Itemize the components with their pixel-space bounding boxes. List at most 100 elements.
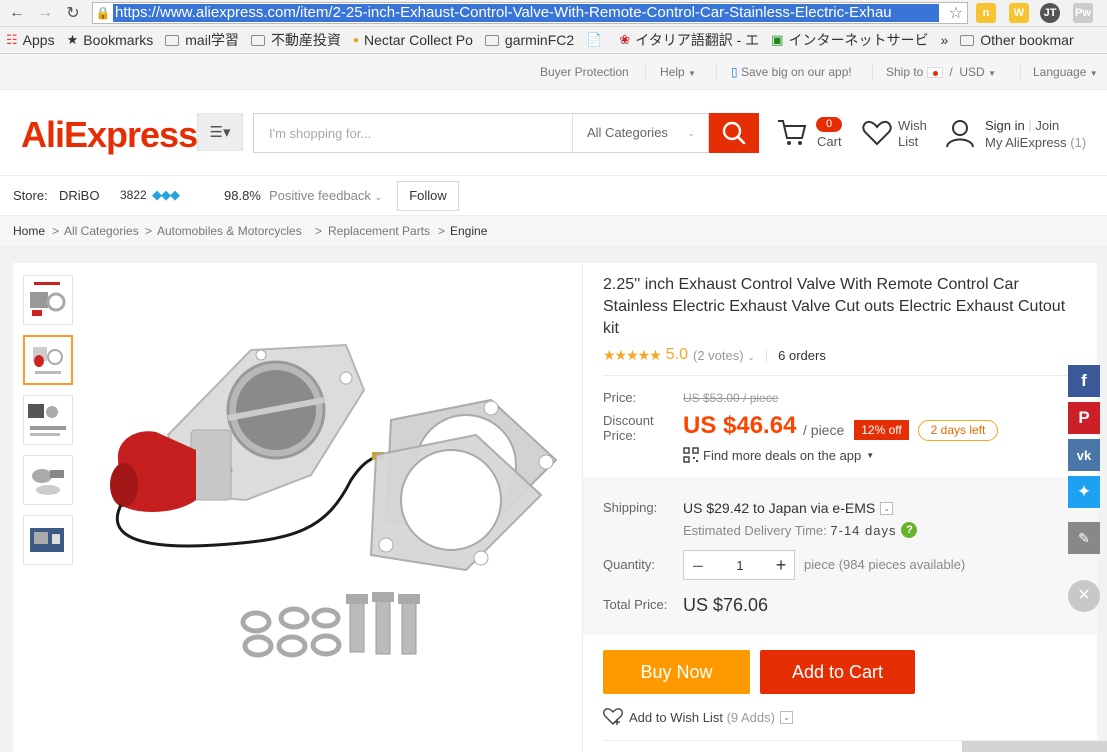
chevron-down-icon[interactable]: ⌄ xyxy=(779,710,793,724)
qr-code-icon xyxy=(683,447,699,463)
store-name-link[interactable]: DRiBO xyxy=(59,188,99,203)
bookmark-nectar[interactable]: ● Nectar Collect Po xyxy=(353,32,473,48)
diamond-icon: ◆◆◆ xyxy=(152,187,180,202)
bookmark-apps[interactable]: ☷ Apps xyxy=(6,32,55,48)
search-icon xyxy=(722,121,746,145)
divider xyxy=(645,63,646,81)
quantity-input[interactable]: 1 xyxy=(712,558,768,573)
thumbnail-3[interactable] xyxy=(23,395,73,445)
buyer-protection-link[interactable]: Buyer Protection xyxy=(540,65,629,79)
ship-to-menu[interactable]: Ship to / USD ▼ xyxy=(886,65,996,79)
estimated-delivery: Estimated Delivery Time: 7-14 days? xyxy=(683,522,918,538)
buy-now-button[interactable]: Buy Now xyxy=(603,650,750,694)
votes-link[interactable]: (2 votes) ⌄ xyxy=(693,348,755,363)
sign-in-link[interactable]: Sign in xyxy=(985,118,1025,133)
my-aliexpress-link[interactable]: My AliExpress xyxy=(985,135,1067,150)
bookmark-overflow[interactable]: » xyxy=(940,32,948,48)
overflow-label: » xyxy=(940,32,949,48)
language-menu[interactable]: Language ▼ xyxy=(1033,65,1098,79)
bookmark-internet[interactable]: ▣ インターネットサービ xyxy=(771,30,928,50)
cart-label[interactable]: Cart xyxy=(817,134,842,149)
product-title: 2.25'' inch Exhaust Control Valve With R… xyxy=(603,276,1066,337)
internet-icon: ▣ xyxy=(771,32,784,47)
bookmark-bookmarks[interactable]: ★ Bookmarks xyxy=(67,32,154,48)
bookmark-label: Bookmarks xyxy=(83,32,154,48)
help-menu[interactable]: Help ▼ xyxy=(660,65,696,79)
breadcrumb-replacement-parts[interactable]: Replacement Parts xyxy=(328,224,430,238)
thumbnail-5[interactable] xyxy=(23,515,73,565)
categories-menu-button[interactable]: ☰▾ xyxy=(197,113,243,151)
thumbnail-1[interactable] xyxy=(23,275,73,325)
extension-jt-icon[interactable]: JT xyxy=(1040,3,1060,23)
discount-price-label: Discount Price: xyxy=(603,413,654,443)
address-bar[interactable]: 🔒 https://www.aliexpress.com/item/2-25-i… xyxy=(92,2,968,24)
category-select[interactable]: All Categories ⌄ xyxy=(572,114,710,152)
join-link[interactable]: Join xyxy=(1035,118,1059,133)
rating-value: 5.0 xyxy=(665,346,689,363)
feedback-menu[interactable]: Positive feedback ⌄ xyxy=(269,188,382,203)
cart-link[interactable] xyxy=(776,116,808,151)
breadcrumb-all-categories[interactable]: All Categories xyxy=(64,224,139,238)
thumbnail-image xyxy=(30,282,66,316)
vk-icon[interactable]: vk xyxy=(1068,439,1100,471)
shipping-value: US $29.42 to Japan via e-EMS xyxy=(683,500,876,516)
bookmark-other[interactable]: Other bookmar xyxy=(960,32,1074,48)
forward-icon[interactable]: → xyxy=(34,2,56,24)
bookmark-page[interactable]: 📄 xyxy=(586,32,607,48)
thumbnail-4[interactable] xyxy=(23,455,73,505)
bookmark-realestate[interactable]: 不動産投資 xyxy=(250,30,341,50)
increment-button[interactable]: + xyxy=(768,555,794,576)
decrement-button[interactable]: – xyxy=(684,555,712,576)
chevron-down-icon: ⌄ xyxy=(687,128,695,138)
breadcrumb-home[interactable]: Home xyxy=(13,224,45,238)
app-promo-link[interactable]: ▯ Save big on our app! xyxy=(731,65,852,79)
account-link[interactable] xyxy=(945,118,975,151)
thumbnail-2[interactable] xyxy=(23,335,73,385)
breadcrumb-engine[interactable]: Engine xyxy=(450,224,487,238)
scrollbar[interactable] xyxy=(962,741,1107,752)
search-input[interactable] xyxy=(254,114,570,152)
follow-button[interactable]: Follow xyxy=(397,181,459,211)
pinterest-icon[interactable]: P xyxy=(1068,402,1100,434)
extension-pw-icon[interactable]: Pw xyxy=(1073,3,1093,23)
bookmarks-bar: ☷ Apps ★ Bookmarks mail学習 不動産投資 ● Nectar Co… xyxy=(0,27,1107,54)
shipping-select[interactable]: US $29.42 to Japan via e-EMS ⌄ xyxy=(683,500,894,516)
pencil-icon[interactable]: ✎ xyxy=(1068,522,1100,554)
bookmark-mail[interactable]: mail学習 xyxy=(165,30,239,50)
extension-w-icon[interactable]: W xyxy=(1009,3,1029,23)
logo-text: AliExpress xyxy=(21,114,198,155)
heart-icon xyxy=(862,120,892,146)
wishlist-label[interactable]: Wish List xyxy=(898,118,938,150)
add-to-cart-button[interactable]: Add to Cart xyxy=(760,650,915,694)
back-icon[interactable]: ← xyxy=(6,2,28,24)
add-to-wishlist-link[interactable]: Add to Wish List (9 Adds) ⌄ xyxy=(603,708,793,726)
search-button[interactable] xyxy=(709,113,759,153)
twitter-icon[interactable]: ✦ xyxy=(1068,476,1100,508)
site-topbar: Buyer Protection Help ▼ ▯ Save big on ou… xyxy=(0,54,1107,90)
help-icon[interactable]: ? xyxy=(901,522,918,538)
extension-nectar-icon[interactable]: n xyxy=(976,3,996,23)
breadcrumb-automobiles[interactable]: Automobiles & Motorcycles xyxy=(157,224,302,238)
close-icon[interactable]: × xyxy=(1068,580,1100,612)
aliexpress-logo[interactable]: AliExpress™ xyxy=(21,114,205,156)
est-label: Estimated Delivery Time: xyxy=(683,522,827,538)
app-deals-link[interactable]: Find more deals on the app ▼ xyxy=(683,447,874,463)
wishlist-link[interactable] xyxy=(862,120,892,149)
orders-count: 6 orders xyxy=(778,347,826,363)
thumbnail-image xyxy=(32,469,64,495)
reload-icon[interactable]: ↻ xyxy=(62,2,84,24)
my-aliexpress-count: (1) xyxy=(1070,135,1087,150)
bookmark-italian[interactable]: ❀ イタリア語翻訳 - エ xyxy=(619,30,759,50)
chevron-down-icon: ⌄ xyxy=(747,351,755,362)
cart-count-badge: 0 xyxy=(816,117,842,132)
facebook-icon[interactable]: f xyxy=(1068,365,1100,397)
page-icon: 📄 xyxy=(586,32,603,47)
rating-stars-icon: ★★★★★ xyxy=(603,346,662,363)
main-product-image[interactable] xyxy=(96,300,576,700)
bookmark-garmin[interactable]: garminFC2 xyxy=(484,32,574,48)
divider xyxy=(1020,63,1021,81)
discount-badge: 12% off xyxy=(854,420,909,440)
breadcrumb-sep: > xyxy=(52,224,60,238)
url-text[interactable]: https://www.aliexpress.com/item/2-25-inc… xyxy=(113,4,939,22)
bookmark-star-icon[interactable]: ☆ xyxy=(949,3,963,23)
